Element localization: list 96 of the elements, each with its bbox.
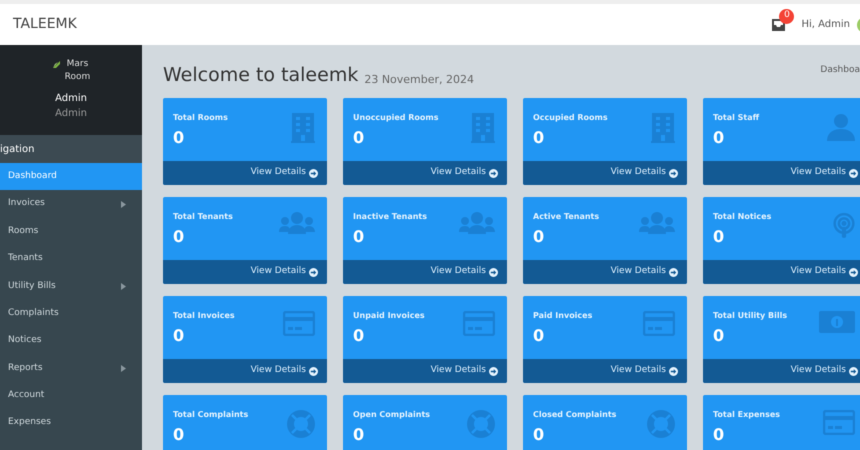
arrow-circle-icon (489, 268, 498, 276)
card-value: 0 (713, 229, 724, 245)
logo-alt-text: Mars Room (64, 58, 92, 84)
credit-card-icon (283, 311, 315, 336)
caret-icon (121, 364, 126, 372)
user-name: Admin (55, 92, 87, 106)
view-details-link[interactable]: View Details (343, 260, 507, 284)
card-title: Inactive Tenants (353, 211, 427, 223)
card-value: 0 (353, 229, 364, 245)
breadcrumb[interactable]: Dashboa (820, 64, 860, 77)
arrow-circle-icon (849, 168, 858, 178)
inbox-icon[interactable] (772, 18, 786, 30)
card-value: 0 (533, 427, 544, 443)
card-title: Active Tenants (533, 211, 600, 223)
life-ring-icon (647, 410, 675, 438)
sidebar-item[interactable]: Tenants (0, 245, 142, 273)
arrow-circle-icon (669, 366, 678, 376)
card-title: Total Complaints (173, 409, 248, 421)
card-value: 0 (173, 130, 184, 146)
credit-card-icon (643, 311, 675, 336)
brand-name[interactable]: TALEEMK (13, 14, 77, 35)
view-details-link[interactable]: View Details (523, 260, 687, 284)
card-title: Occupied Rooms (533, 112, 608, 124)
card-title: Total Rooms (173, 112, 228, 124)
users-icon (459, 212, 495, 234)
card-title: Total Invoices (173, 310, 235, 322)
sidebar-item[interactable]: Expenses (0, 410, 142, 437)
card-value: 0 (353, 427, 364, 443)
card-title: Total Expenses (713, 409, 780, 421)
card-value: 0 (353, 130, 364, 146)
view-details-link[interactable]: View Details (343, 359, 507, 383)
sidebar-item[interactable]: Complaints (0, 300, 142, 328)
card-value: 0 (353, 328, 364, 344)
card-title: Paid Invoices (533, 310, 592, 322)
card-title: Open Complaints (353, 409, 430, 421)
caret-icon (121, 282, 126, 290)
arrow-circle-icon (309, 168, 318, 178)
card-title: Unoccupied Rooms (353, 112, 439, 124)
card-value: 0 (713, 130, 724, 146)
building-icon (471, 113, 495, 143)
arrow-circle-icon (489, 168, 498, 178)
arrow-circle-icon (309, 268, 318, 276)
view-details-link[interactable]: View Details (703, 161, 860, 185)
card-value: 0 (173, 229, 184, 245)
user-icon (827, 113, 855, 141)
card-value: 0 (713, 328, 724, 344)
card-value: 0 (533, 130, 544, 146)
banknote-icon (819, 311, 855, 333)
credit-card-icon (823, 410, 855, 435)
notification-badge: 0 (779, 8, 794, 24)
arrow-circle-icon (489, 366, 498, 376)
card-value: 0 (173, 427, 184, 443)
card-title: Total Utility Bills (713, 310, 788, 322)
navigation-header: igation (0, 135, 142, 163)
view-details-link[interactable]: View Details (703, 359, 860, 383)
view-details-link[interactable]: View Details (163, 260, 327, 284)
caret-icon (121, 200, 126, 208)
view-details-link[interactable]: View Details (343, 161, 507, 185)
card-title: Total Notices (713, 211, 772, 223)
view-details-link[interactable]: View Details (163, 359, 327, 383)
building-icon (291, 113, 315, 143)
view-details-link[interactable]: View Details (163, 161, 327, 185)
arrow-circle-icon (669, 268, 678, 276)
user-role: Admin (55, 107, 87, 121)
card-title: Total Staff (713, 112, 760, 124)
card-value: 0 (713, 427, 724, 443)
page-title: Welcome to taleemk (163, 66, 358, 85)
sidebar-item[interactable]: Notices (0, 327, 142, 355)
sidebar-item[interactable]: Dashboard (0, 163, 142, 190)
card-value: 0 (533, 328, 544, 344)
sidebar-item[interactable]: Invoices (0, 190, 142, 218)
credit-card-icon (463, 311, 495, 336)
sidebar-item[interactable]: Rooms (0, 218, 142, 246)
arrow-circle-icon (309, 366, 318, 376)
sidebar-item[interactable]: Utility Bills (0, 272, 142, 300)
building-icon (651, 113, 675, 143)
podcast-icon (833, 212, 855, 240)
sidebar-item[interactable]: Reports (0, 354, 142, 382)
user-greeting[interactable]: Hi, Admin (801, 17, 850, 32)
card-value: 0 (173, 328, 184, 344)
sidebar-item[interactable]: Account (0, 382, 142, 410)
view-details-link[interactable]: View Details (523, 161, 687, 185)
arrow-circle-icon (669, 168, 678, 178)
card-title: Unpaid Invoices (353, 310, 425, 322)
life-ring-icon (287, 410, 315, 438)
page-date: 23 November, 2024 (364, 74, 474, 85)
arrow-circle-icon (849, 268, 858, 276)
users-icon (279, 212, 315, 234)
view-details-link[interactable]: View Details (703, 260, 860, 284)
card-title: Closed Complaints (533, 409, 616, 421)
life-ring-icon (467, 410, 495, 438)
card-value: 0 (533, 229, 544, 245)
view-details-link[interactable]: View Details (523, 359, 687, 383)
users-icon (639, 212, 675, 234)
arrow-circle-icon (849, 366, 858, 376)
card-title: Total Tenants (173, 211, 233, 223)
